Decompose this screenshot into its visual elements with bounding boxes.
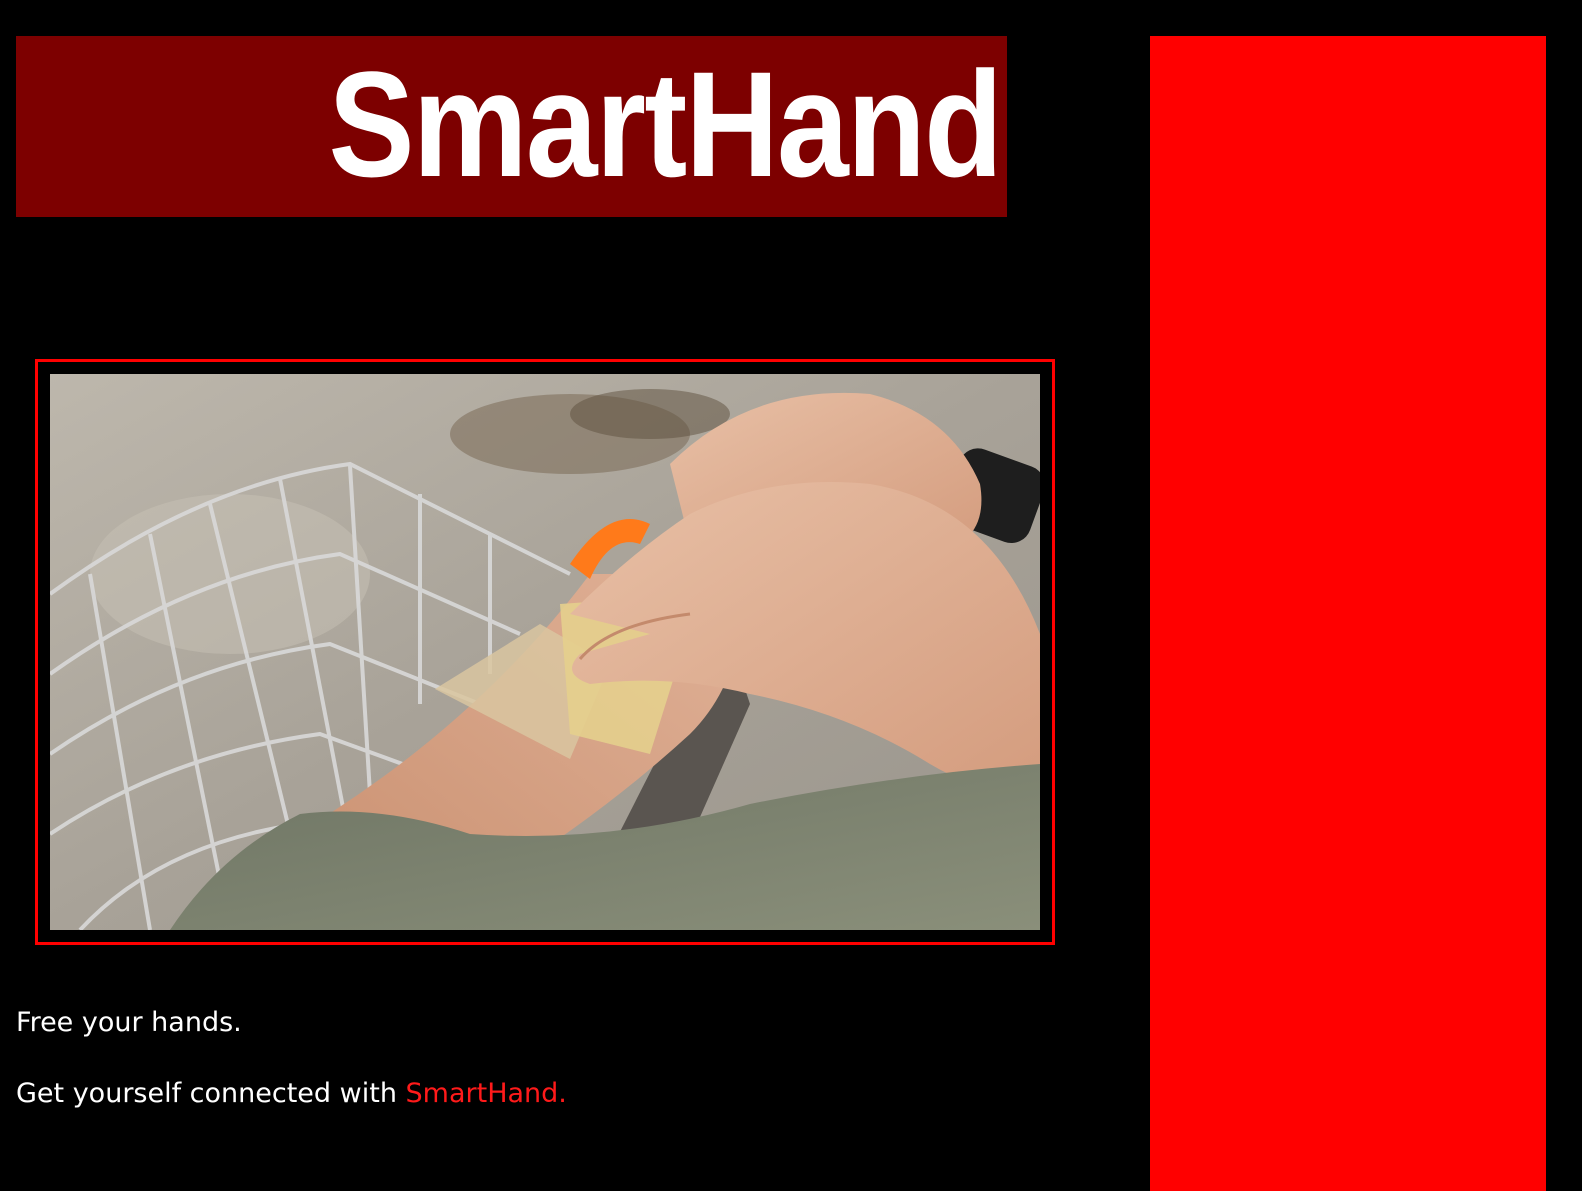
sidebar-panel: [1150, 36, 1546, 1191]
connect-message-prefix: Get yourself connected with: [16, 1078, 406, 1109]
video-player[interactable]: [50, 374, 1040, 930]
brand-name-highlight: SmartHand.: [405, 1078, 567, 1109]
page: SmartHand Free your hands. Get yourself …: [0, 0, 1582, 1191]
header-banner: SmartHand: [16, 36, 1007, 217]
site-title: SmartHand: [328, 40, 1002, 208]
video-thumbnail: [50, 374, 1040, 930]
video-frame: [35, 359, 1055, 945]
tagline: Free your hands.: [16, 1007, 242, 1038]
connect-message: Get yourself connected with SmartHand.: [16, 1077, 567, 1111]
